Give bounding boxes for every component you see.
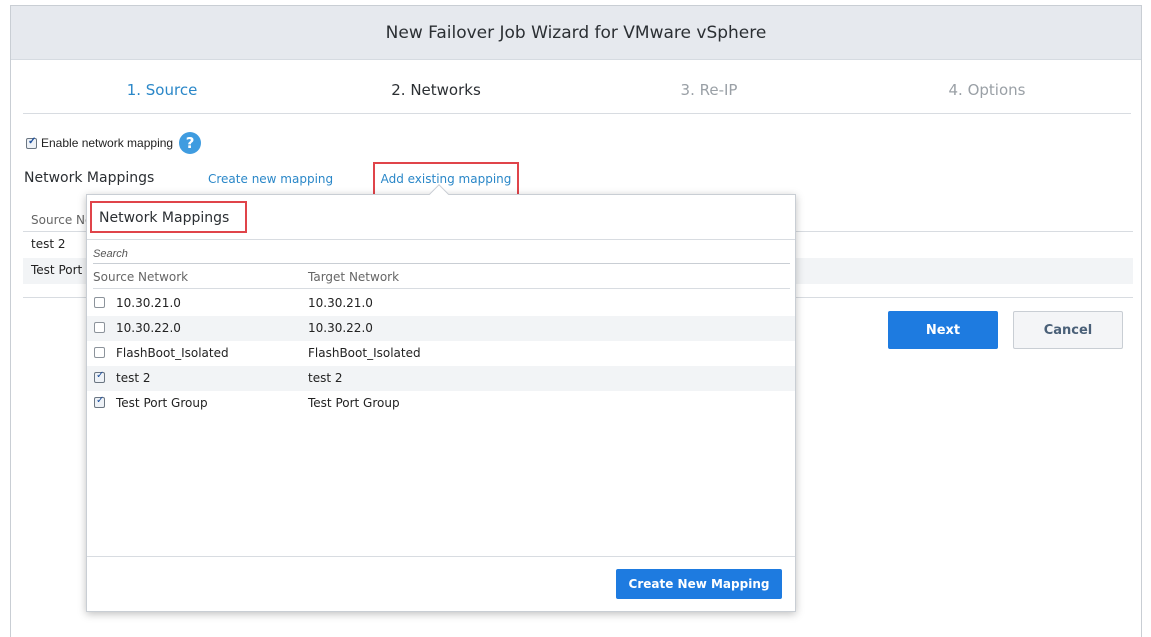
popup-title-divider <box>87 239 795 240</box>
row-checkbox[interactable] <box>94 322 105 333</box>
popup-table-body: 10.30.21.0 10.30.21.0 10.30.22.0 10.30.2… <box>87 291 795 416</box>
row-checkbox[interactable] <box>94 297 105 308</box>
target-network: FlashBoot_Isolated <box>308 346 421 360</box>
source-network: 10.30.21.0 <box>116 296 181 310</box>
list-item[interactable]: Test Port Group Test Port Group <box>87 391 795 416</box>
step-re-ip[interactable]: 3. Re-IP <box>681 81 738 99</box>
target-network: 10.30.22.0 <box>308 321 373 335</box>
row-checkbox[interactable] <box>94 347 105 358</box>
network-mappings-label: Network Mappings <box>24 170 155 186</box>
source-network: 10.30.22.0 <box>116 321 181 335</box>
column-target-network: Target Network <box>308 270 400 284</box>
list-item[interactable]: FlashBoot_Isolated FlashBoot_Isolated <box>87 341 795 366</box>
steps-divider <box>23 113 1131 114</box>
column-source-network: Source Network <box>93 270 189 284</box>
add-existing-mapping-label: Add existing mapping <box>380 172 512 186</box>
step-networks[interactable]: 2. Networks <box>391 81 481 99</box>
create-new-mapping-button[interactable]: Create New Mapping <box>616 569 782 599</box>
source-network: FlashBoot_Isolated <box>116 346 229 360</box>
next-button[interactable]: Next <box>888 311 998 349</box>
row-checkbox[interactable] <box>94 370 105 383</box>
enable-network-mapping-row: Enable network mapping ? <box>26 132 202 154</box>
wizard-steps: 1. Source 2. Networks 3. Re-IP 4. Option… <box>11 61 1141 116</box>
target-network: 10.30.21.0 <box>308 296 373 310</box>
search-input[interactable]: Search <box>93 246 790 264</box>
popup-title: Network Mappings <box>90 201 247 233</box>
create-new-mapping-link[interactable]: Create new mapping <box>208 172 333 186</box>
enable-network-mapping-checkbox[interactable] <box>26 136 37 149</box>
step-source[interactable]: 1. Source <box>127 81 198 99</box>
list-item[interactable]: 10.30.22.0 10.30.22.0 <box>87 316 795 341</box>
question-circle-icon[interactable]: ? <box>179 132 202 154</box>
list-item[interactable]: test 2 test 2 <box>87 366 795 391</box>
source-network: test 2 <box>116 371 151 385</box>
enable-network-mapping-label[interactable]: Enable network mapping <box>41 136 173 150</box>
target-network: test 2 <box>308 371 343 385</box>
target-network: Test Port Group <box>308 396 400 410</box>
popup-table-header: Source Network Target Network <box>93 267 790 289</box>
source-network: Test Port Group <box>116 396 208 410</box>
list-item[interactable]: 10.30.21.0 10.30.21.0 <box>87 291 795 316</box>
wizard-title: New Failover Job Wizard for VMware vSphe… <box>11 6 1141 60</box>
row-checkbox[interactable] <box>94 395 105 408</box>
popup-footer-divider <box>87 556 795 557</box>
cancel-button[interactable]: Cancel <box>1013 311 1123 349</box>
network-mappings-popup: Network Mappings Search Source Network T… <box>86 184 796 612</box>
step-options[interactable]: 4. Options <box>949 81 1026 99</box>
